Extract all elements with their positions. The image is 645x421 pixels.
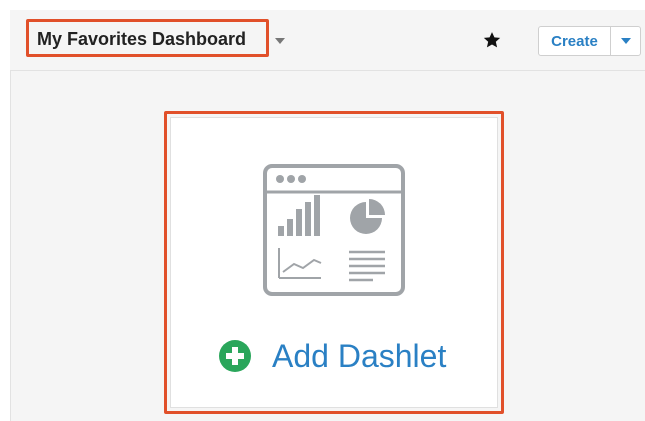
add-dashlet-action[interactable]: Add Dashlet	[218, 336, 446, 376]
create-button[interactable]: Create	[539, 27, 611, 55]
dashboard-title-highlight[interactable]: My Favorites Dashboard	[26, 19, 269, 57]
create-button-group: Create	[538, 26, 641, 56]
plus-circle-icon[interactable]	[218, 339, 252, 373]
top-strip	[0, 0, 645, 10]
dashboard-title[interactable]: My Favorites Dashboard	[37, 29, 246, 50]
dashboard-menu-caret-icon[interactable]	[275, 38, 285, 44]
add-dashlet-link[interactable]: Add Dashlet	[272, 338, 446, 375]
dashboard-header: My Favorites Dashboard Create	[10, 10, 645, 71]
add-dashlet-card[interactable]: Add Dashlet	[170, 117, 498, 408]
dashboard-chart-icon	[263, 164, 405, 296]
create-menu-button[interactable]	[611, 27, 640, 55]
caret-down-icon	[620, 38, 631, 44]
star-icon[interactable]	[482, 30, 502, 50]
